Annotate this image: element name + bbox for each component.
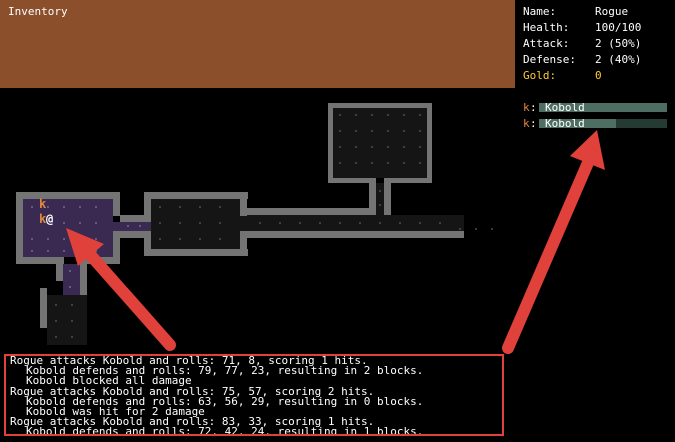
map-floor — [333, 108, 427, 178]
map-wall — [384, 183, 391, 215]
stat-health-label: Health: — [523, 21, 570, 34]
map-floor — [376, 183, 384, 215]
map-wall — [384, 178, 432, 183]
stats-panel: Name: Rogue Health: 100/100 Attack: 2 (50%)… — [523, 4, 673, 84]
enemy-list-item[interactable]: k : Kobold — [523, 101, 673, 114]
inventory-title: Inventory — [8, 5, 68, 18]
message-log: Rogue attacks Kobold and rolls: 71, 8, s… — [4, 354, 504, 436]
stat-defense-value: 2 (40%) — [595, 53, 642, 66]
stat-gold-value: 0 — [595, 69, 602, 82]
enemy-name: Kobold — [545, 117, 585, 130]
map-floor — [47, 295, 87, 345]
map-wall — [80, 257, 87, 297]
map-wall — [56, 257, 63, 281]
map-wall — [16, 192, 120, 199]
map-wall — [113, 192, 120, 216]
stat-attack-value: 2 (50%) — [595, 37, 642, 50]
map-wall — [328, 103, 432, 108]
map-wall — [40, 288, 47, 328]
enemy-list-item[interactable]: k : Kobold — [523, 117, 673, 130]
map-floor-lit — [113, 222, 151, 231]
enemy-glyph: k — [523, 117, 530, 130]
map-wall — [328, 103, 333, 183]
map-wall — [240, 231, 464, 238]
stat-attack-label: Attack: — [523, 37, 570, 50]
enemy-name: Kobold — [545, 101, 585, 114]
enemy-separator: : — [530, 117, 537, 130]
map-wall — [240, 192, 247, 216]
map-wall — [120, 215, 144, 222]
kobold-glyph[interactable]: k — [39, 197, 47, 211]
stat-health-value: 100/100 — [595, 21, 642, 34]
stat-name-value: Rogue — [595, 5, 629, 18]
stat-gold-label: Gold: — [523, 69, 557, 82]
map-wall — [144, 192, 248, 199]
map-wall — [427, 103, 432, 183]
log-line: Kobold defends and rolls: 72, 42, 24, re… — [26, 425, 424, 436]
enemy-separator: : — [530, 101, 537, 114]
stat-attack: Attack: 2 (50%) — [523, 36, 673, 52]
dungeon-map[interactable]: k k @ — [0, 95, 515, 350]
map-wall — [144, 249, 248, 256]
stat-health: Health: 100/100 — [523, 20, 673, 36]
stat-defense: Defense: 2 (40%) — [523, 52, 673, 68]
map-wall — [240, 208, 376, 215]
map-floor — [240, 215, 464, 231]
inventory-panel: Inventory — [0, 0, 515, 88]
map-floor — [151, 199, 240, 249]
arrow-to-enemy-list — [502, 130, 605, 354]
map-wall — [120, 231, 144, 238]
map-wall — [328, 178, 376, 183]
map-wall — [16, 192, 23, 264]
stat-gold: Gold: 0 — [523, 68, 673, 84]
enemy-glyph: k — [523, 101, 530, 114]
stat-defense-label: Defense: — [523, 53, 576, 66]
player-glyph[interactable]: @ — [46, 212, 53, 226]
stat-name: Name: Rogue — [523, 4, 673, 20]
stat-name-label: Name: — [523, 5, 557, 18]
map-floor-lit — [23, 199, 113, 257]
